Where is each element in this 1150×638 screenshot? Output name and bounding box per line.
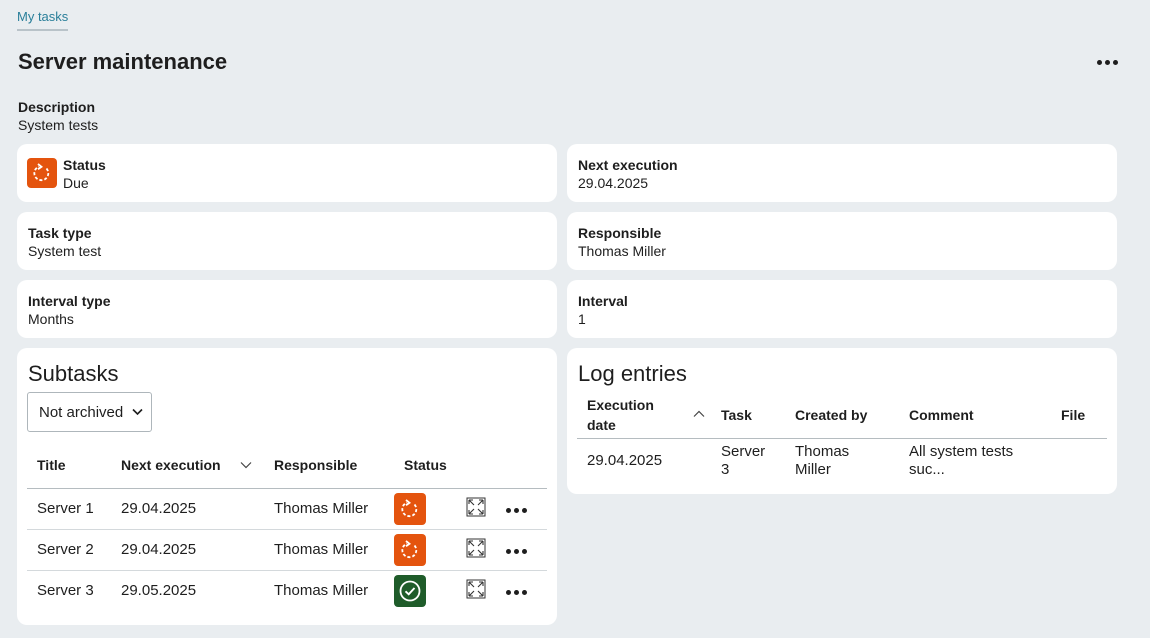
subtasks-header-row: Title Next execution Responsible Status xyxy=(27,442,547,489)
row-next-execution: 29.04.2025 xyxy=(111,488,264,530)
refresh-icon xyxy=(394,492,426,525)
table-row[interactable]: 29.04.2025 Server 3 Thomas Miller All sy… xyxy=(577,438,1107,484)
row-title: Server 2 xyxy=(27,529,111,571)
log-entries-card: Log entries Execution date Task Created … xyxy=(567,348,1117,494)
more-options-button[interactable] xyxy=(1092,52,1122,72)
status-value: Due xyxy=(63,175,89,191)
column-header-created-by[interactable]: Created by xyxy=(785,392,899,439)
status-card: Status Due xyxy=(17,144,557,202)
row-title: Server 3 xyxy=(37,582,94,600)
row-created-by: Thomas Miller xyxy=(785,438,899,484)
row-execution-date: 29.04.2025 xyxy=(587,452,663,470)
responsible-label: Responsible xyxy=(578,225,662,241)
log-entries-title: Log entries xyxy=(578,361,687,386)
column-header-task[interactable]: Task xyxy=(711,392,785,439)
log-header-row: Execution date Task Created by Comment F… xyxy=(577,392,1107,439)
column-header-expand xyxy=(466,442,506,489)
task-type-value: System test xyxy=(28,243,102,259)
next-execution-label: Next execution xyxy=(578,157,678,173)
check-circle-icon xyxy=(394,574,426,607)
column-header-comment[interactable]: Comment xyxy=(899,392,1051,439)
sort-descending-icon[interactable] xyxy=(240,461,252,469)
task-type-card: Task type System test xyxy=(17,212,557,270)
row-next-execution: 29.05.2025 xyxy=(121,582,197,600)
description-label: Description xyxy=(18,99,96,115)
row-comment: All system tests suc... xyxy=(899,438,1051,484)
table-row[interactable]: Server 1 29.04.2025 Thomas Miller xyxy=(27,488,547,530)
task-type-label: Task type xyxy=(28,225,92,241)
table-row[interactable]: Server 3 29.05.2025 Thomas Miller xyxy=(27,570,547,611)
row-more-options-button[interactable] xyxy=(506,549,527,554)
column-header-responsible[interactable]: Responsible xyxy=(264,442,394,489)
interval-type-label: Interval type xyxy=(28,293,111,309)
more-horizontal-icon xyxy=(506,549,527,554)
column-header-status[interactable]: Status xyxy=(394,442,466,489)
more-horizontal-icon xyxy=(1096,59,1118,65)
subtasks-table: Title Next execution Responsible Status … xyxy=(27,442,547,611)
row-comment-line2: suc... xyxy=(909,461,945,479)
column-header-next-execution[interactable]: Next execution xyxy=(111,442,264,489)
row-next-execution: 29.04.2025 xyxy=(111,529,264,571)
refresh-icon xyxy=(394,533,426,566)
row-responsible: Thomas Miller xyxy=(264,488,394,530)
row-more-options-button[interactable] xyxy=(506,590,527,596)
status-label: Status xyxy=(63,157,106,173)
row-task-line2: 3 xyxy=(721,461,730,479)
responsible-value: Thomas Miller xyxy=(578,243,666,259)
refresh-icon xyxy=(27,158,57,188)
expand-icon[interactable] xyxy=(466,497,486,517)
expand-icon[interactable] xyxy=(466,538,486,558)
row-created-by-line1: Thomas xyxy=(795,443,850,461)
more-horizontal-icon xyxy=(506,590,527,596)
interval-value: 1 xyxy=(578,311,586,327)
table-row[interactable]: Server 2 29.04.2025 Thomas Miller xyxy=(27,529,547,571)
row-file xyxy=(1051,438,1107,484)
row-responsible: Thomas Miller xyxy=(264,529,394,571)
column-header-actions xyxy=(506,442,547,489)
column-header-next-execution-label: Next execution xyxy=(121,456,221,473)
next-execution-card: Next execution 29.04.2025 xyxy=(567,144,1117,202)
page-title: Server maintenance xyxy=(18,49,228,74)
row-responsible: Thomas Miller xyxy=(274,582,369,600)
row-created-by-line2: Miller xyxy=(795,461,831,479)
subtasks-card: Subtasks Not archived Title Next executi… xyxy=(17,348,557,625)
archive-filter-select[interactable]: Not archived xyxy=(27,392,152,432)
tab-my-tasks[interactable]: My tasks xyxy=(17,9,69,31)
row-task-line1: Server xyxy=(721,443,766,461)
interval-type-card: Interval type Months xyxy=(17,280,557,338)
column-header-execution-date[interactable]: Execution date xyxy=(577,392,711,439)
subtasks-title: Subtasks xyxy=(28,361,119,386)
row-task: Server 3 xyxy=(711,438,785,484)
expand-icon[interactable] xyxy=(466,579,486,599)
column-header-title[interactable]: Title xyxy=(27,442,111,489)
interval-label: Interval xyxy=(578,293,628,309)
interval-type-value: Months xyxy=(28,311,74,327)
responsible-card: Responsible Thomas Miller xyxy=(567,212,1117,270)
row-title: Server 1 xyxy=(27,488,111,530)
more-horizontal-icon xyxy=(506,508,527,513)
sort-ascending-icon[interactable] xyxy=(693,410,705,418)
interval-card: Interval 1 xyxy=(567,280,1117,338)
row-comment-line1: All system tests xyxy=(909,443,1014,461)
column-header-file[interactable]: File xyxy=(1051,392,1107,439)
description-value: System tests xyxy=(18,117,99,133)
archive-filter-value: Not archived xyxy=(39,403,124,421)
row-more-options-button[interactable] xyxy=(506,508,527,513)
chevron-down-icon xyxy=(132,408,143,416)
log-table: Execution date Task Created by Comment F… xyxy=(577,392,1107,484)
next-execution-value: 29.04.2025 xyxy=(578,175,649,191)
